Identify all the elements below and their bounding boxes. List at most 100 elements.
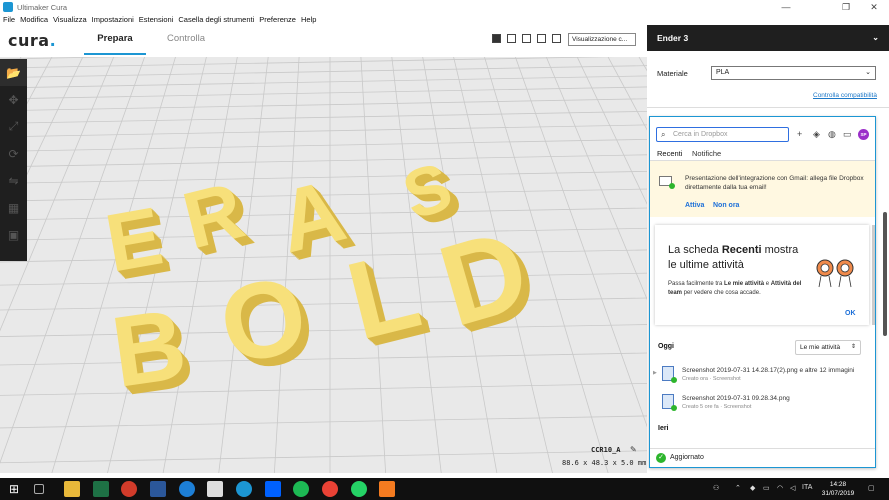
right-panel-scrollbar[interactable] [883,212,887,336]
material-select[interactable]: PLA ⌄ [711,66,876,80]
menu-view[interactable]: Visualizza [53,15,87,24]
menu-settings[interactable]: Impostazioni [92,15,134,24]
mirror-tool-icon[interactable]: ⇋ [0,167,27,194]
expand-arrow-icon[interactable]: ▶ [653,370,657,376]
list-item[interactable]: ▶ Screenshot 2019-07-31 14.28.17(2).png … [650,362,875,390]
printer-name: Ender 3 [657,33,689,43]
file-explorer-icon[interactable] [64,481,80,497]
check-icon: ✓ [656,453,666,463]
menu-edit[interactable]: Modifica [20,15,48,24]
card-ok-button[interactable]: OK [845,310,856,317]
powerpoint-icon[interactable] [121,481,137,497]
gmail-banner: Presentazione dell'integrazione con Gmai… [650,161,875,217]
plus-icon[interactable]: + [797,129,802,139]
view-3d-icon[interactable] [492,34,501,43]
close-button[interactable]: ✕ [859,0,889,14]
restore-button[interactable]: ❐ [831,0,861,14]
edge-icon[interactable] [179,481,195,497]
recent-tab-info-card: La scheda Recenti mostra le ultime attiv… [655,225,869,325]
dropbox-tray-icon[interactable]: ◆ [750,484,755,492]
synced-check-icon [671,405,677,411]
task-view-icon[interactable] [34,484,44,494]
mail-icon[interactable] [207,481,223,497]
edit-pencil-icon[interactable]: ✎ [630,445,637,454]
open-file-icon[interactable]: 📂 [0,59,27,86]
people-icon[interactable]: ⚇ [713,484,719,492]
dropbox-search-input[interactable]: ⌕ Cerca in Dropbox [656,127,789,142]
fusion-icon[interactable] [379,481,395,497]
system-clock[interactable]: 14:28 31/07/2019 [816,480,860,498]
model-letter[interactable]: BBBBBBBB [105,287,200,418]
tab-prepare[interactable]: Prepara [84,33,146,55]
scale-tool-icon[interactable]: ⤢ [0,113,27,140]
activate-link[interactable]: Attiva [685,202,704,209]
chevron-down-icon: ⌄ [865,69,871,76]
chrome-icon[interactable] [322,481,338,497]
avatar[interactable]: SP [858,129,869,140]
menu-toolbox[interactable]: Casella degli strumenti [178,15,254,24]
file-name: Screenshot 2019-07-31 14.28.17(2).png e … [682,367,855,374]
folder-icon[interactable]: ▭ [843,129,852,140]
menu-preferences[interactable]: Preferenze [259,15,296,24]
wifi-icon[interactable]: ◠ [777,484,783,492]
search-placeholder: Cerca in Dropbox [673,131,728,138]
windows-start-icon[interactable]: ⊞ [6,481,22,497]
cura-app-icon [3,2,13,12]
battery-icon[interactable]: ▭ [763,484,770,492]
support-blocker-icon[interactable]: ▣ [0,221,27,248]
view-front-icon[interactable] [507,34,516,43]
model-letter[interactable]: DDDDDDDD [427,203,551,359]
excel-icon[interactable] [93,481,109,497]
compatibility-link[interactable]: Controlla compatibilità [813,92,877,99]
svg-text:L: L [336,228,431,364]
volume-icon[interactable]: ◁ [790,484,795,492]
dropbox-scrollbar[interactable] [872,225,875,325]
not-now-link[interactable]: Non ora [713,202,739,209]
svg-text:B: B [105,288,192,409]
menu-help[interactable]: Help [301,15,316,24]
build-plate-viewport[interactable]: EEEEEEEERRRRRRRRAAAAAAAASSSSSSSSBBBBBBBB… [0,57,647,473]
view-mode-select[interactable]: Visualizzazione c... [568,33,636,46]
language-indicator[interactable]: ITA [802,484,812,491]
menu-file[interactable]: File [3,15,15,24]
sync-status: Aggiornato [670,454,704,461]
list-item[interactable]: Screenshot 2019-07-31 09.28.34.png Creat… [650,390,875,418]
tab-notifications[interactable]: Notifiche [692,149,721,158]
menu-extensions[interactable]: Estensioni [139,15,174,24]
model-letter[interactable]: EEEEEEEE [99,190,176,299]
menu-bar: File Modifica Visualizza Impostazioni Es… [0,14,889,25]
gmail-banner-text: Presentazione dell'integrazione con Gmai… [685,175,864,191]
card-description: Passa facilmente tra Le mie attività e A… [668,281,802,296]
whatsapp-icon[interactable] [351,481,367,497]
rotate-tool-icon[interactable]: ⟳ [0,140,27,167]
material-label: Materiale [657,69,688,78]
dropbox-icon[interactable] [265,481,281,497]
view-right-icon[interactable] [552,34,561,43]
printer-selector[interactable]: Ender 3 ⌄ [647,25,889,51]
tab-monitor[interactable]: Controlla [155,33,217,55]
notifications-icon[interactable]: ▢ [868,484,875,492]
per-model-settings-icon[interactable]: ▦ [0,194,27,221]
activity-filter-select[interactable]: Le mie attività ⇕ [795,340,861,355]
view-left-icon[interactable] [537,34,546,43]
filter-value: Le mie attività [800,344,841,351]
spotify-icon[interactable] [293,481,309,497]
cura-taskbar-icon[interactable] [236,481,252,497]
view-top-icon[interactable] [522,34,531,43]
model-letter[interactable]: RRRRRRRR [175,164,261,275]
layers-icon[interactable]: ◈ [813,129,820,140]
binoculars-illustration-icon [816,259,854,288]
dropbox-popup: ⌕ Cerca in Dropbox + ◈ ◍ ▭ SP Recenti No… [649,116,876,468]
panel-divider [647,107,889,108]
model-letter[interactable]: LLLLLLLL [336,226,439,372]
move-tool-icon[interactable]: ✥ [0,86,27,113]
today-heading: Oggi [658,343,674,350]
minimize-button[interactable]: — [771,0,801,14]
tray-overflow-icon[interactable]: ⌃ [735,484,741,492]
material-value: PLA [716,69,730,76]
file-name: Screenshot 2019-07-31 09.28.34.png [682,395,790,402]
globe-icon[interactable]: ◍ [828,129,836,140]
dropbox-status-bar: ✓ Aggiornato [650,448,875,467]
file-meta: Creato 5 ore fa · Screenshot [682,404,752,410]
word-icon[interactable] [150,481,166,497]
